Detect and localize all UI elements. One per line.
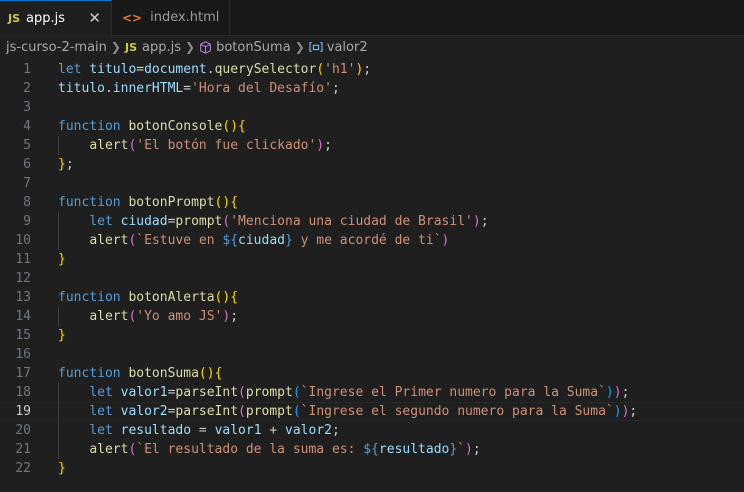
code-line[interactable]: 2 titulo.innerHTML='Hora del Desafío'; [0, 79, 744, 98]
line-number: 14 [15, 309, 31, 324]
code-line[interactable]: 18 let valor1=parseInt(prompt(`Ingrese e… [0, 383, 744, 402]
code-text: let valor2=parseInt(prompt(`Ingrese el s… [89, 404, 638, 419]
line-number: 18 [15, 385, 31, 400]
code-text: alert(`Estuve en ${ciudad} y me acordé d… [89, 233, 450, 248]
code-text: titulo.innerHTML='Hora del Desafío'; [58, 81, 340, 96]
code-line[interactable]: 21 alert(`El resultado de la suma es: ${… [0, 440, 744, 459]
line-number: 5 [23, 138, 31, 153]
code-line[interactable]: 17 function botonSuma(){ [0, 364, 744, 383]
code-line[interactable]: 10 alert(`Estuve en ${ciudad} y me acord… [0, 231, 744, 250]
line-number: 3 [23, 100, 31, 115]
code-text: function botonPrompt(){ [58, 195, 239, 210]
indent-guide [58, 212, 59, 250]
breadcrumb-variable[interactable]: valor2 [309, 40, 368, 55]
code-line[interactable]: 15} [0, 326, 744, 345]
breadcrumb-folder[interactable]: js-curso-2-main [6, 40, 107, 55]
indent-guide [58, 136, 59, 155]
indent-guide [58, 383, 59, 459]
code-line[interactable]: 3 [0, 98, 744, 117]
code-text: } [58, 328, 66, 343]
code-line[interactable]: 14 alert('Yo amo JS'); [0, 307, 744, 326]
code-text: }; [58, 157, 74, 172]
line-number: 2 [23, 81, 31, 96]
line-number: 11 [15, 252, 31, 267]
chevron-right-icon: ❯ [110, 40, 121, 54]
code-line[interactable]: 7 [0, 174, 744, 193]
code-line[interactable]: 22} [0, 459, 744, 478]
code-text: function botonAlerta(){ [58, 290, 239, 305]
tab-index-html[interactable]: <> index.html [112, 0, 230, 35]
line-number: 12 [15, 271, 31, 286]
code-text: function botonConsole(){ [58, 119, 246, 134]
line-number: 16 [15, 347, 31, 362]
code-line[interactable]: 9 let ciudad=prompt('Menciona una ciudad… [0, 212, 744, 231]
code-text: let ciudad=prompt('Menciona una ciudad d… [89, 214, 489, 229]
indent-guide [58, 307, 59, 326]
line-number: 8 [23, 195, 31, 210]
tab-app-js[interactable]: JS app.js ✕ [0, 0, 112, 35]
close-icon[interactable]: ✕ [88, 9, 101, 27]
code-text: let valor1=parseInt(prompt(`Ingrese el P… [89, 385, 630, 400]
code-text: let titulo=document.querySelector('h1'); [58, 62, 372, 77]
breadcrumb-file[interactable]: JS app.js [125, 40, 181, 55]
code-line[interactable]: 20 let resultado = valor1 + valor2; [0, 421, 744, 440]
code-line[interactable]: 8 function botonPrompt(){ [0, 193, 744, 212]
line-number: 9 [23, 214, 31, 229]
code-editor[interactable]: 1 let titulo=document.querySelector('h1')… [0, 58, 744, 492]
code-text: alert('Yo amo JS'); [89, 309, 239, 324]
line-number: 19 [15, 404, 31, 419]
code-text: alert('El botón fue clickado'); [89, 138, 332, 153]
code-text: function botonSuma(){ [58, 366, 223, 381]
html-file-icon: <> [122, 10, 143, 25]
line-number: 7 [23, 176, 31, 191]
variable-icon [309, 42, 323, 52]
tab-label: index.html [150, 10, 220, 25]
line-number: 10 [15, 233, 31, 248]
chevron-right-icon: ❯ [185, 40, 196, 54]
code-text: } [58, 252, 66, 267]
chevron-right-icon: ❯ [294, 40, 305, 54]
tab-label: app.js [26, 10, 66, 26]
line-number: 1 [23, 62, 31, 77]
javascript-file-icon: JS [8, 11, 21, 25]
code-line[interactable]: 19 let valor2=parseInt(prompt(`Ingrese e… [0, 402, 744, 421]
code-text: let resultado = valor1 + valor2; [89, 423, 340, 438]
line-number: 22 [15, 461, 31, 476]
code-line[interactable]: 5 alert('El botón fue clickado'); [0, 136, 744, 155]
line-number: 21 [15, 442, 31, 457]
code-line[interactable]: 1 let titulo=document.querySelector('h1')… [0, 60, 744, 79]
line-number: 13 [15, 290, 31, 305]
code-line[interactable]: 13 function botonAlerta(){ [0, 288, 744, 307]
code-line[interactable]: 12 [0, 269, 744, 288]
breadcrumb: js-curso-2-main ❯ JS app.js ❯ botonSuma … [0, 36, 744, 58]
line-number: 6 [23, 157, 31, 172]
javascript-file-icon: JS [124, 40, 137, 54]
line-number: 17 [15, 366, 31, 381]
breadcrumb-file-label: app.js [142, 39, 181, 55]
code-line[interactable]: 11} [0, 250, 744, 269]
code-line[interactable]: 4 function botonConsole(){ [0, 117, 744, 136]
code-line[interactable]: 6}; [0, 155, 744, 174]
code-text: alert(`El resultado de la suma es: ${res… [89, 442, 481, 457]
breadcrumb-variable-label: valor2 [326, 39, 368, 55]
code-line[interactable]: 16 [0, 345, 744, 364]
tab-bar: JS app.js ✕ <> index.html [0, 0, 744, 36]
breadcrumb-function[interactable]: botonSuma [199, 40, 291, 55]
breadcrumb-function-label: botonSuma [216, 39, 291, 55]
function-cube-icon [200, 40, 211, 54]
line-number: 20 [15, 423, 31, 438]
line-number: 4 [23, 119, 31, 134]
line-number: 15 [15, 328, 31, 343]
code-text: } [58, 461, 66, 476]
